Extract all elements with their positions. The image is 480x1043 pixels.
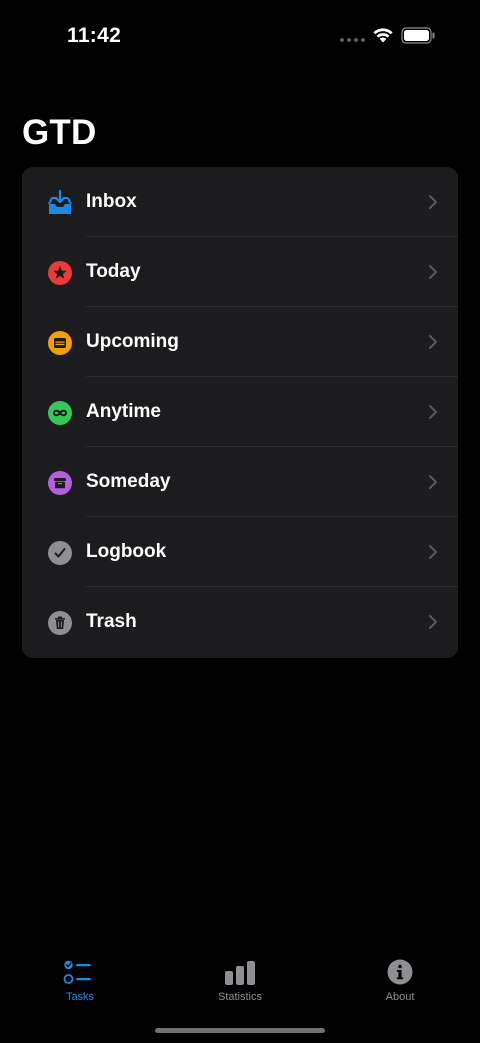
calendar-icon	[47, 330, 73, 356]
list-row-label: Upcoming	[86, 331, 179, 352]
list-row-label: Trash	[86, 611, 137, 632]
battery-icon	[401, 27, 435, 44]
checklist-icon	[63, 960, 91, 984]
list-row-someday[interactable]: Someday	[22, 447, 458, 517]
archive-box-icon	[47, 470, 73, 496]
bar-chart-icon	[225, 961, 255, 985]
list-row-label: Today	[86, 261, 141, 282]
tab-tasks[interactable]: Tasks	[20, 948, 140, 1008]
list-row-upcoming[interactable]: Upcoming	[22, 307, 458, 377]
chevron-right-icon	[429, 615, 437, 629]
tab-label: Tasks	[65, 991, 95, 1003]
list-row-logbook[interactable]: Logbook	[22, 517, 458, 587]
list-row-label: Anytime	[86, 401, 161, 422]
tab-label: Statistics	[217, 991, 262, 1003]
page-title: GTD	[22, 113, 97, 152]
status-time: 11:42	[67, 24, 122, 47]
list-row-trash[interactable]: Trash	[22, 587, 458, 657]
inbox-tray-icon	[47, 190, 73, 216]
list-row-label: Inbox	[86, 191, 137, 212]
wifi-icon	[373, 28, 393, 43]
chevron-right-icon	[429, 265, 437, 279]
infinity-icon	[47, 400, 73, 426]
home-indicator[interactable]	[155, 1028, 325, 1033]
chevron-right-icon	[429, 405, 437, 419]
lists-card: Inbox Today Upcoming Anytime Someday Log…	[22, 167, 458, 658]
chevron-right-icon	[429, 195, 437, 209]
list-row-inbox[interactable]: Inbox	[22, 167, 458, 237]
info-icon	[387, 959, 413, 985]
star-icon	[47, 260, 73, 286]
chevron-right-icon	[429, 475, 437, 489]
list-row-label: Logbook	[86, 541, 167, 562]
checkmark-icon	[47, 540, 73, 566]
chevron-right-icon	[429, 335, 437, 349]
tab-statistics[interactable]: Statistics	[180, 948, 300, 1008]
tab-about[interactable]: About	[340, 948, 460, 1008]
cellular-signal-icon	[340, 38, 365, 42]
list-row-label: Someday	[86, 471, 171, 492]
status-bar: 11:42	[0, 0, 480, 70]
list-row-today[interactable]: Today	[22, 237, 458, 307]
list-row-anytime[interactable]: Anytime	[22, 377, 458, 447]
chevron-right-icon	[429, 545, 437, 559]
tab-bar: Tasks Statistics About	[0, 948, 480, 1008]
trash-icon	[47, 610, 73, 636]
tab-label: About	[385, 991, 415, 1003]
